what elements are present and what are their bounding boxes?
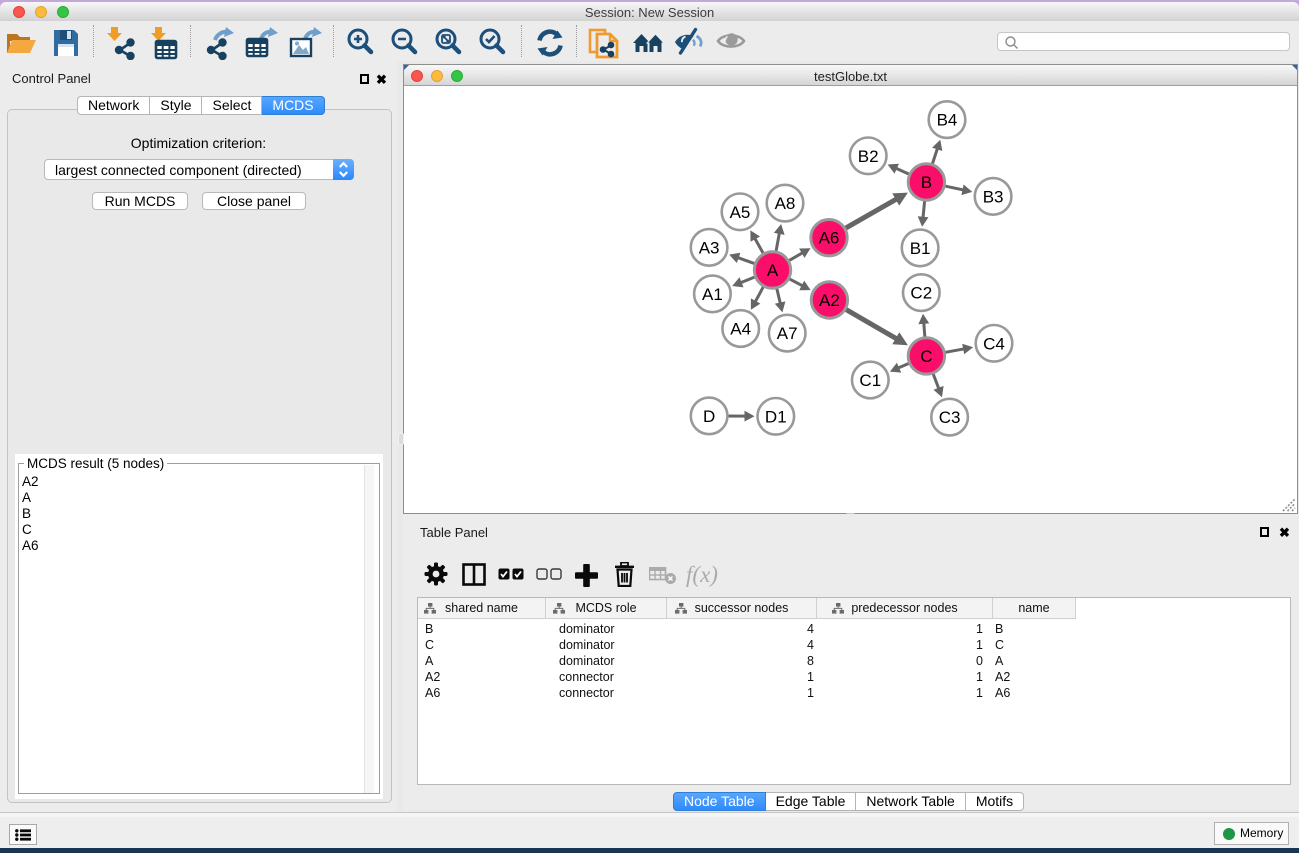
svg-text:C2: C2 [910,284,932,303]
svg-text:A5: A5 [730,203,751,222]
svg-text:D1: D1 [765,407,787,426]
svg-text:B3: B3 [983,187,1004,206]
svg-text:B1: B1 [910,239,931,258]
svg-text:C3: C3 [939,408,961,427]
svg-text:B2: B2 [858,147,879,166]
svg-text:B: B [921,173,932,192]
svg-text:A6: A6 [819,229,840,248]
svg-text:A1: A1 [702,285,723,304]
svg-text:A: A [767,261,779,280]
svg-text:A3: A3 [699,238,720,257]
svg-text:A7: A7 [777,324,798,343]
svg-text:D: D [703,407,715,426]
svg-text:A2: A2 [819,291,840,310]
svg-text:C4: C4 [983,334,1005,353]
svg-text:A4: A4 [730,320,751,339]
svg-text:A8: A8 [775,194,796,213]
svg-text:C: C [920,347,932,366]
svg-text:B4: B4 [937,111,958,130]
svg-text:C1: C1 [859,371,881,390]
